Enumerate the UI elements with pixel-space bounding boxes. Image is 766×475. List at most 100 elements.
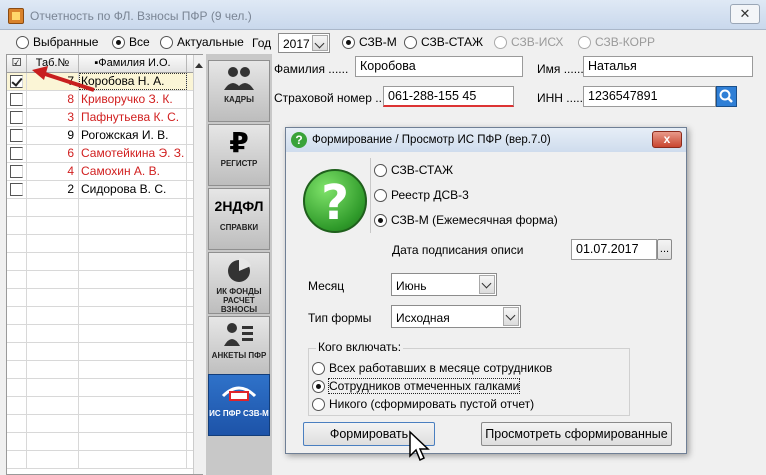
name-cell: Самотейкина Э. З. [79, 145, 187, 162]
row-checkbox[interactable] [10, 129, 23, 142]
year-select[interactable]: 2017 [278, 33, 330, 53]
nav-fondy-button[interactable]: ИК ФОНДЫ РАСЧЕТ ВЗНОСЫ [208, 252, 270, 314]
empty-row [7, 199, 202, 217]
filter-selected-radio[interactable]: Выбранные [16, 35, 98, 49]
divider [370, 158, 371, 233]
inn-field[interactable]: 1236547891 [583, 86, 716, 107]
nav-registr-button[interactable]: ₽ РЕГИСТР [208, 124, 270, 186]
table-row[interactable]: 2 Сидорова В. С. [7, 181, 202, 199]
nav-kadry-label: КАДРЫ [224, 95, 254, 104]
form-szv-stazh-label: СЗВ-СТАЖ [421, 35, 484, 49]
chevron-down-icon [503, 307, 519, 326]
vertical-scrollbar[interactable] [193, 55, 203, 474]
report-dsv3-radio[interactable]: Реестр ДСВ-3 [374, 188, 469, 202]
report-szv-m-radio[interactable]: СЗВ-М (Ежемесячная форма) [374, 213, 558, 227]
empty-row [7, 397, 202, 415]
title-bar: Отчетность по ФЛ. Взносы ПФР (9 чел.) ✕ [0, 0, 766, 30]
nav-ankety-label: АНКЕТЫ ПФР [211, 351, 267, 360]
row-checkbox-cell[interactable] [7, 91, 27, 108]
include-checked-radio[interactable]: Сотрудников отмеченных галками [312, 378, 521, 394]
row-checkbox[interactable] [10, 93, 23, 106]
year-label: Год [252, 36, 272, 50]
radio-button-icon [374, 213, 387, 227]
filter-all-radio[interactable]: Все [112, 35, 150, 49]
radio-button-icon [312, 379, 325, 393]
table-row[interactable]: 3 Пафнутьева К. С. [7, 109, 202, 127]
nav-spravki-button[interactable]: 2НДФЛ СПРАВКИ [208, 188, 270, 250]
table-row[interactable]: 6 Самотейкина Э. З. [7, 145, 202, 163]
window-close-button[interactable]: ✕ [730, 4, 760, 24]
row-checkbox-cell[interactable] [7, 109, 27, 126]
radio-button-icon [342, 35, 355, 49]
year-value: 2017 [283, 37, 310, 51]
name-cell: Самохин А. В. [79, 163, 187, 180]
name-cell: Пафнутьева К. С. [79, 109, 187, 126]
form-szv-isx-label: СЗВ-ИСХ [511, 35, 564, 49]
column-header-check[interactable]: ☑ [7, 55, 27, 72]
row-checkbox[interactable] [10, 111, 23, 124]
month-select[interactable]: Июнь [391, 273, 497, 296]
mouse-cursor-icon [409, 430, 430, 462]
radio-button-icon [404, 35, 417, 49]
form-szv-stazh-radio[interactable]: СЗВ-СТАЖ [404, 35, 483, 49]
name-cell: Сидорова В. С. [79, 181, 187, 198]
month-value: Июнь [396, 279, 427, 293]
empty-row [7, 307, 202, 325]
pfr-logo-icon [221, 386, 257, 401]
form-szv-m-radio[interactable]: СЗВ-М [342, 35, 397, 49]
dialog-title: Формирование / Просмотр ИС ПФР (вер.7.0) [312, 134, 551, 146]
search-icon [719, 89, 733, 103]
row-checkbox-cell[interactable] [7, 181, 27, 198]
empty-row [7, 415, 202, 433]
radio-button-icon [312, 397, 325, 411]
nav-is-pfr-button[interactable]: ИС ПФР СЗВ-М [208, 374, 270, 436]
radio-button-icon [578, 35, 591, 49]
radio-button-icon [112, 35, 125, 49]
name-cell: Рогожская И. В. [79, 127, 187, 144]
row-checkbox-cell[interactable] [7, 163, 27, 180]
row-checkbox[interactable] [10, 183, 23, 196]
tab-number-cell: 2 [27, 181, 79, 198]
report-szv-stazh-radio[interactable]: СЗВ-СТАЖ [374, 163, 453, 177]
view-generated-button[interactable]: Просмотреть сформированные [481, 422, 672, 446]
snils-label: Страховой номер .. [274, 91, 382, 105]
empty-row [7, 271, 202, 289]
row-checkbox[interactable] [10, 165, 23, 178]
sidebar: КАДРЫ ₽ РЕГИСТР 2НДФЛ СПРАВКИ ИК ФОНДЫ Р… [206, 54, 272, 475]
date-picker-button[interactable]: ... [657, 239, 672, 260]
name-label: Имя ....... [537, 62, 588, 76]
radio-button-icon [374, 163, 387, 177]
person-list-icon [224, 323, 253, 346]
form-type-select[interactable]: Исходная [391, 305, 521, 328]
month-label: Месяц [308, 279, 345, 293]
table-row[interactable]: 9 Рогожская И. В. [7, 127, 202, 145]
include-all-radio[interactable]: Всех работавших в месяце сотрудников [312, 361, 552, 375]
radio-button-icon [160, 35, 173, 49]
report-dialog: ? Формирование / Просмотр ИС ПФР (вер.7.… [285, 127, 687, 454]
nav-ankety-button[interactable]: АНКЕТЫ ПФР [208, 316, 270, 378]
row-checkbox-cell[interactable] [7, 145, 27, 162]
empty-row [7, 451, 202, 469]
snils-field[interactable]: 061-288-155 45 [383, 86, 514, 107]
row-checkbox[interactable] [10, 147, 23, 160]
name-field[interactable]: Наталья [583, 56, 753, 77]
filter-bar: Выбранные Все Актуальные Год 2017 СЗВ-М … [0, 31, 766, 55]
ruble-icon: ₽ [229, 126, 249, 158]
row-checkbox-cell[interactable] [7, 127, 27, 144]
surname-field[interactable]: Коробова [355, 56, 523, 77]
empty-row [7, 433, 202, 451]
tab-number-cell: 9 [27, 127, 79, 144]
empty-row [7, 217, 202, 235]
tab-number-cell: 4 [27, 163, 79, 180]
sign-date-field[interactable]: 01.07.2017 [571, 239, 657, 260]
include-all-label: Всех работавших в месяце сотрудников [329, 361, 553, 375]
dialog-close-button[interactable]: x [652, 131, 682, 148]
include-none-radio[interactable]: Никого (сформировать пустой отчет) [312, 397, 534, 411]
table-row[interactable]: 4 Самохин А. В. [7, 163, 202, 181]
nav-kadry-button[interactable]: КАДРЫ [208, 60, 270, 122]
inn-search-button[interactable] [716, 86, 737, 107]
row-checkbox-cell[interactable] [7, 73, 27, 90]
nav-fondy-label: ИК ФОНДЫ РАСЧЕТ ВЗНОСЫ [216, 287, 262, 314]
row-checkbox[interactable] [10, 75, 23, 88]
filter-actual-radio[interactable]: Актуальные [160, 35, 244, 49]
